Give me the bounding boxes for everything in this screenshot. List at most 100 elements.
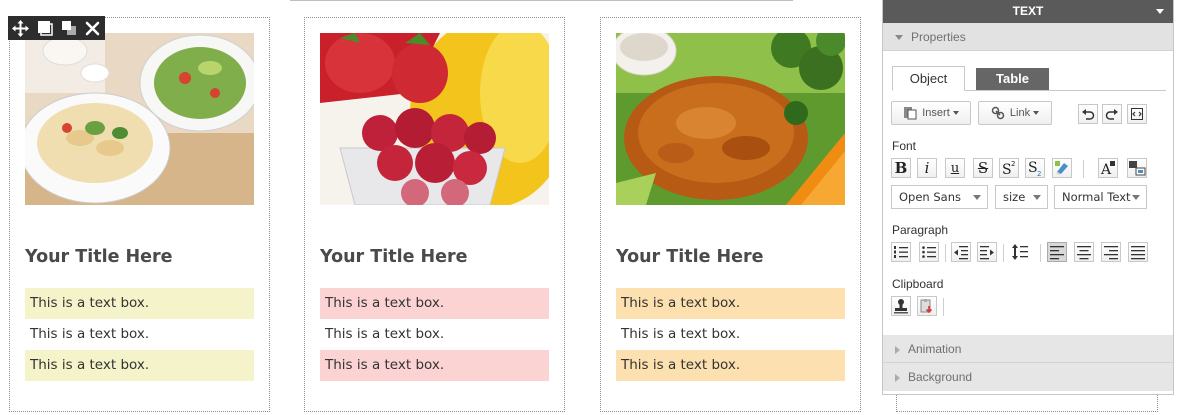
font-size-select[interactable]: size bbox=[995, 185, 1048, 209]
indent-icon bbox=[980, 246, 994, 260]
animation-section-header[interactable]: Animation bbox=[883, 335, 1173, 363]
text-box[interactable]: This is a text box. bbox=[320, 350, 549, 381]
indent-button[interactable] bbox=[977, 242, 997, 262]
undo-button[interactable] bbox=[1078, 104, 1098, 124]
numbered-list-button[interactable] bbox=[891, 242, 911, 262]
paste-icon bbox=[920, 299, 933, 314]
highlight-button[interactable] bbox=[1127, 158, 1147, 178]
animation-label: Animation bbox=[908, 342, 962, 356]
panel-collapse-icon[interactable] bbox=[1156, 9, 1164, 14]
card-title[interactable]: Your Title Here bbox=[25, 247, 255, 267]
text-box[interactable]: This is a text box. bbox=[25, 319, 254, 350]
source-code-icon bbox=[1131, 108, 1143, 120]
text-properties-panel: TEXT Properties Object Table Insert Link… bbox=[882, 0, 1174, 395]
svg-text:2: 2 bbox=[1037, 170, 1041, 177]
redo-button[interactable] bbox=[1102, 104, 1122, 124]
properties-body: Object Table Insert Link Font B i u S S2 bbox=[883, 51, 1173, 335]
text-box[interactable]: This is a text box. bbox=[320, 288, 549, 319]
strikethrough-button[interactable]: S bbox=[973, 158, 993, 178]
clipboard-group-label: Clipboard bbox=[892, 277, 944, 291]
tab-bar: Object Table bbox=[892, 66, 1166, 91]
align-left-button[interactable] bbox=[1047, 242, 1067, 262]
toolbar-separator bbox=[945, 244, 946, 262]
bullet-list-button[interactable] bbox=[919, 242, 939, 262]
italic-icon: i bbox=[924, 158, 930, 177]
undo-icon bbox=[1082, 109, 1095, 120]
card-title[interactable]: Your Title Here bbox=[616, 247, 846, 267]
align-right-button[interactable] bbox=[1101, 242, 1121, 262]
text-box[interactable]: This is a text box. bbox=[320, 319, 549, 350]
expand-arrow-icon bbox=[895, 35, 903, 41]
text-box[interactable]: This is a text box. bbox=[616, 288, 845, 319]
dropdown-caret-icon bbox=[1033, 111, 1040, 115]
square-icon[interactable] bbox=[35, 19, 54, 38]
bold-button[interactable]: B bbox=[891, 158, 911, 178]
properties-label: Properties bbox=[911, 30, 966, 44]
berries-image[interactable] bbox=[320, 33, 549, 205]
justify-button[interactable] bbox=[1128, 242, 1148, 262]
svg-text:2: 2 bbox=[1011, 160, 1015, 168]
subscript-icon: S2 bbox=[1028, 160, 1041, 177]
content-card-3[interactable]: Your Title Here This is a text box. This… bbox=[600, 17, 861, 412]
font-group-label: Font bbox=[892, 139, 917, 153]
card-title[interactable]: Your Title Here bbox=[320, 247, 550, 267]
superscript-icon: S2 bbox=[1002, 160, 1015, 177]
background-section-header[interactable]: Background bbox=[883, 363, 1173, 391]
toolbar-separator bbox=[1083, 160, 1084, 178]
insert-button[interactable]: Insert bbox=[891, 101, 971, 125]
toolbar-separator bbox=[1040, 244, 1041, 262]
font-family-select[interactable]: Open Sans bbox=[891, 185, 988, 209]
strikethrough-icon: S bbox=[977, 158, 989, 177]
eraser-icon bbox=[1055, 161, 1068, 175]
grilled-chicken-image[interactable] bbox=[616, 33, 845, 205]
panel-header[interactable]: TEXT bbox=[883, 0, 1173, 23]
paste-special-button[interactable] bbox=[917, 296, 937, 316]
align-left-icon bbox=[1050, 246, 1064, 260]
tab-table[interactable]: Table bbox=[976, 68, 1049, 90]
collapsed-arrow-icon bbox=[895, 345, 900, 354]
collapsed-arrow-icon bbox=[895, 373, 900, 382]
justify-icon bbox=[1131, 246, 1145, 260]
stamp-icon bbox=[894, 299, 908, 314]
clear-format-button[interactable] bbox=[1052, 158, 1072, 178]
font-color-button[interactable]: A bbox=[1098, 158, 1118, 178]
dropdown-caret-icon bbox=[1132, 195, 1140, 200]
font-family-value: Open Sans bbox=[899, 190, 961, 204]
move-icon[interactable] bbox=[11, 19, 30, 38]
redo-icon bbox=[1105, 109, 1118, 120]
outdent-button[interactable] bbox=[951, 242, 971, 262]
numbered-list-icon bbox=[894, 246, 908, 258]
properties-section-header[interactable]: Properties bbox=[883, 23, 1173, 51]
outdent-icon bbox=[954, 246, 968, 260]
text-box[interactable]: This is a text box. bbox=[25, 288, 254, 319]
highlight-icon bbox=[1129, 161, 1146, 176]
source-code-button[interactable] bbox=[1127, 104, 1147, 124]
superscript-button[interactable]: S2 bbox=[999, 158, 1019, 178]
pasta-salad-image[interactable] bbox=[25, 33, 254, 205]
text-box[interactable]: This is a text box. bbox=[616, 319, 845, 350]
underline-icon: u bbox=[950, 160, 960, 176]
toolbar-separator bbox=[1003, 244, 1004, 262]
font-color-icon: A bbox=[1100, 161, 1115, 177]
text-style-select[interactable]: Normal Text bbox=[1054, 185, 1147, 209]
dropdown-caret-icon bbox=[973, 195, 981, 200]
underline-button[interactable]: u bbox=[945, 158, 965, 178]
layers-icon[interactable] bbox=[59, 19, 78, 38]
paste-button[interactable] bbox=[891, 296, 911, 316]
content-card-1[interactable]: Your Title Here This is a text box. This… bbox=[9, 17, 270, 412]
subscript-button[interactable]: S2 bbox=[1025, 158, 1045, 178]
tab-object[interactable]: Object bbox=[892, 66, 965, 91]
align-center-button[interactable] bbox=[1074, 242, 1094, 262]
insert-icon bbox=[904, 107, 917, 120]
text-box[interactable]: This is a text box. bbox=[25, 350, 254, 381]
line-height-button[interactable] bbox=[1010, 242, 1030, 262]
align-center-icon bbox=[1077, 246, 1091, 260]
close-icon[interactable] bbox=[83, 19, 102, 38]
panel-title: TEXT bbox=[1012, 4, 1044, 18]
text-box[interactable]: This is a text box. bbox=[616, 350, 845, 381]
align-right-icon bbox=[1104, 246, 1118, 260]
insert-label: Insert bbox=[922, 107, 950, 119]
link-button[interactable]: Link bbox=[978, 101, 1052, 125]
content-card-2[interactable]: Your Title Here This is a text box. This… bbox=[304, 17, 565, 412]
italic-button[interactable]: i bbox=[917, 158, 937, 178]
